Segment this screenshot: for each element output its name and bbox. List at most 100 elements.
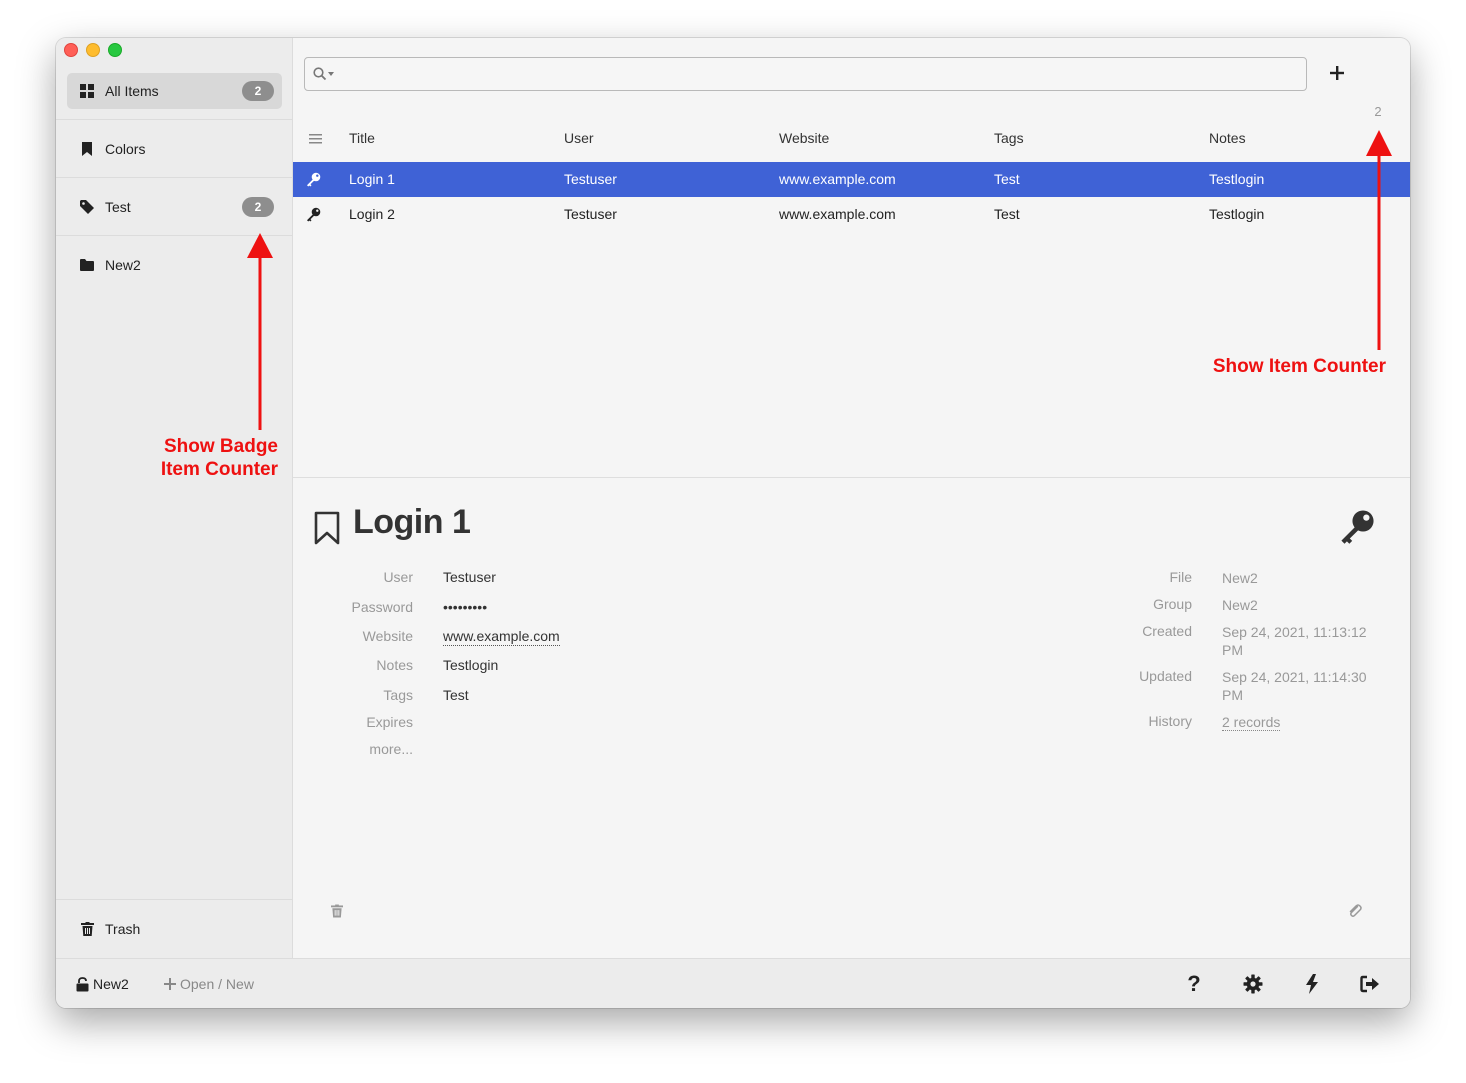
divider xyxy=(56,899,292,900)
help-button[interactable]: ? xyxy=(1181,971,1207,997)
column-menu-icon[interactable] xyxy=(309,122,323,154)
open-new-label: Open / New xyxy=(180,976,254,992)
attach-file-button[interactable] xyxy=(1342,898,1368,924)
cell-notes: Testlogin xyxy=(1209,206,1265,222)
cell-title: Login 1 xyxy=(349,171,395,187)
field-value-password[interactable]: ••••••••• xyxy=(443,599,487,615)
trash-icon xyxy=(79,921,95,937)
open-new-button[interactable]: Open / New xyxy=(164,959,254,1008)
counter-annotation-label: Show Item Counter xyxy=(1212,356,1386,377)
sidebar-item-colors[interactable]: Colors xyxy=(67,131,282,167)
bookmark-icon[interactable] xyxy=(314,511,340,550)
open-file-indicator[interactable]: New2 xyxy=(76,959,129,1008)
badge-annotation-line2: Item Counter xyxy=(160,459,278,480)
meta-value-group[interactable]: New2 xyxy=(1222,596,1382,614)
field-value-tags[interactable]: Test xyxy=(443,687,469,703)
sidebar-item-label: New2 xyxy=(105,257,141,273)
folder-icon xyxy=(79,257,95,273)
file-name: New2 xyxy=(93,976,129,992)
field-value-notes[interactable]: Testlogin xyxy=(443,657,498,673)
add-item-button[interactable] xyxy=(1324,60,1350,86)
column-header-tags[interactable]: Tags xyxy=(994,122,1024,154)
more-fields-link[interactable]: more... xyxy=(303,741,413,757)
meta-value-updated: Sep 24, 2021, 11:14:30 PM xyxy=(1222,669,1367,703)
delete-item-button[interactable] xyxy=(324,898,350,924)
meta-label-history: History xyxy=(1148,713,1192,729)
meta-value-file: New2 xyxy=(1222,570,1258,586)
column-header-website[interactable]: Website xyxy=(779,122,829,154)
search-input[interactable] xyxy=(335,59,1306,89)
sidebar-item-test[interactable]: Test 2 xyxy=(67,189,282,225)
details-title[interactable]: Login 1 xyxy=(353,503,471,542)
search-box[interactable] xyxy=(304,57,1307,91)
key-icon xyxy=(306,207,321,222)
field-label-password: Password xyxy=(351,599,413,615)
sidebar-item-trash[interactable]: Trash xyxy=(67,911,282,947)
cell-user: Testuser xyxy=(564,171,617,187)
minimize-window-button[interactable] xyxy=(86,43,100,57)
window-controls xyxy=(64,43,122,57)
key-icon xyxy=(306,172,321,187)
column-header-title[interactable]: Title xyxy=(349,122,375,154)
plus-icon xyxy=(1330,66,1344,80)
divider xyxy=(293,477,1410,478)
sign-out-icon xyxy=(1360,975,1379,993)
field-label-website: Website xyxy=(362,628,413,644)
history-link-text[interactable]: 2 records xyxy=(1222,714,1281,731)
lock-app-button[interactable] xyxy=(1357,971,1383,997)
sidebar-item-label: Test xyxy=(105,199,131,215)
close-window-button[interactable] xyxy=(64,43,78,57)
sidebar: All Items 2 Colors Test 2 New2 Trash xyxy=(56,38,293,958)
cell-website: www.example.com xyxy=(779,206,896,222)
field-label-expires: Expires xyxy=(366,714,413,730)
lightning-icon xyxy=(1306,974,1318,994)
bookmark-icon xyxy=(79,141,95,157)
sidebar-item-new2[interactable]: New2 xyxy=(67,247,282,283)
column-header-row: Title User Website Tags Notes xyxy=(293,122,1410,154)
meta-label-created: Created xyxy=(1142,623,1192,639)
sidebar-item-label: Colors xyxy=(105,141,146,157)
plus-icon xyxy=(164,978,176,990)
meta-label-file: File xyxy=(1169,569,1192,585)
cell-tags: Test xyxy=(994,206,1020,222)
gear-icon xyxy=(1243,974,1263,994)
badge-annotation-line1: Show Badge xyxy=(163,436,278,457)
meta-label-group: Group xyxy=(1153,596,1192,612)
key-icon[interactable] xyxy=(1339,509,1375,550)
zoom-window-button[interactable] xyxy=(108,43,122,57)
paperclip-icon xyxy=(1349,904,1362,917)
cell-tags: Test xyxy=(994,171,1020,187)
grid-icon xyxy=(79,83,95,99)
question-icon: ? xyxy=(1187,971,1201,996)
meta-label-updated: Updated xyxy=(1139,668,1192,684)
sidebar-item-label: Trash xyxy=(105,921,141,937)
column-header-user[interactable]: User xyxy=(564,122,594,154)
badge-annotation-label: Show Badge Item Counter xyxy=(150,435,278,481)
field-label-notes: Notes xyxy=(376,657,413,673)
generator-button[interactable] xyxy=(1299,971,1325,997)
divider xyxy=(56,177,292,178)
search-icon[interactable] xyxy=(313,67,335,81)
settings-button[interactable] xyxy=(1240,971,1266,997)
trash-icon xyxy=(331,904,343,918)
column-header-notes[interactable]: Notes xyxy=(1209,122,1246,154)
field-value-user[interactable]: Testuser xyxy=(443,569,496,585)
cell-website: www.example.com xyxy=(779,171,896,187)
app-window: All Items 2 Colors Test 2 New2 Trash 2 T… xyxy=(56,38,1410,1008)
sidebar-item-all-items[interactable]: All Items 2 xyxy=(67,73,282,109)
table-row[interactable]: Login 1 Testuser www.example.com Test Te… xyxy=(293,162,1410,197)
table-row[interactable]: Login 2 Testuser www.example.com Test Te… xyxy=(293,197,1410,232)
item-counter: 2 xyxy=(1374,104,1382,119)
divider xyxy=(56,235,292,236)
main-panel: 2 Title User Website Tags Notes Login 1 … xyxy=(293,38,1410,958)
item-count-badge: 2 xyxy=(242,81,274,101)
meta-value-created: Sep 24, 2021, 11:13:12 PM xyxy=(1222,624,1367,658)
cell-user: Testuser xyxy=(564,206,617,222)
field-label-tags: Tags xyxy=(383,687,413,703)
history-link[interactable]: 2 records xyxy=(1222,713,1382,731)
unlocked-icon xyxy=(76,976,89,991)
field-value-website[interactable]: www.example.com xyxy=(443,628,560,646)
field-label-user: User xyxy=(383,569,413,585)
cell-notes: Testlogin xyxy=(1209,171,1265,187)
tag-icon xyxy=(79,199,95,215)
